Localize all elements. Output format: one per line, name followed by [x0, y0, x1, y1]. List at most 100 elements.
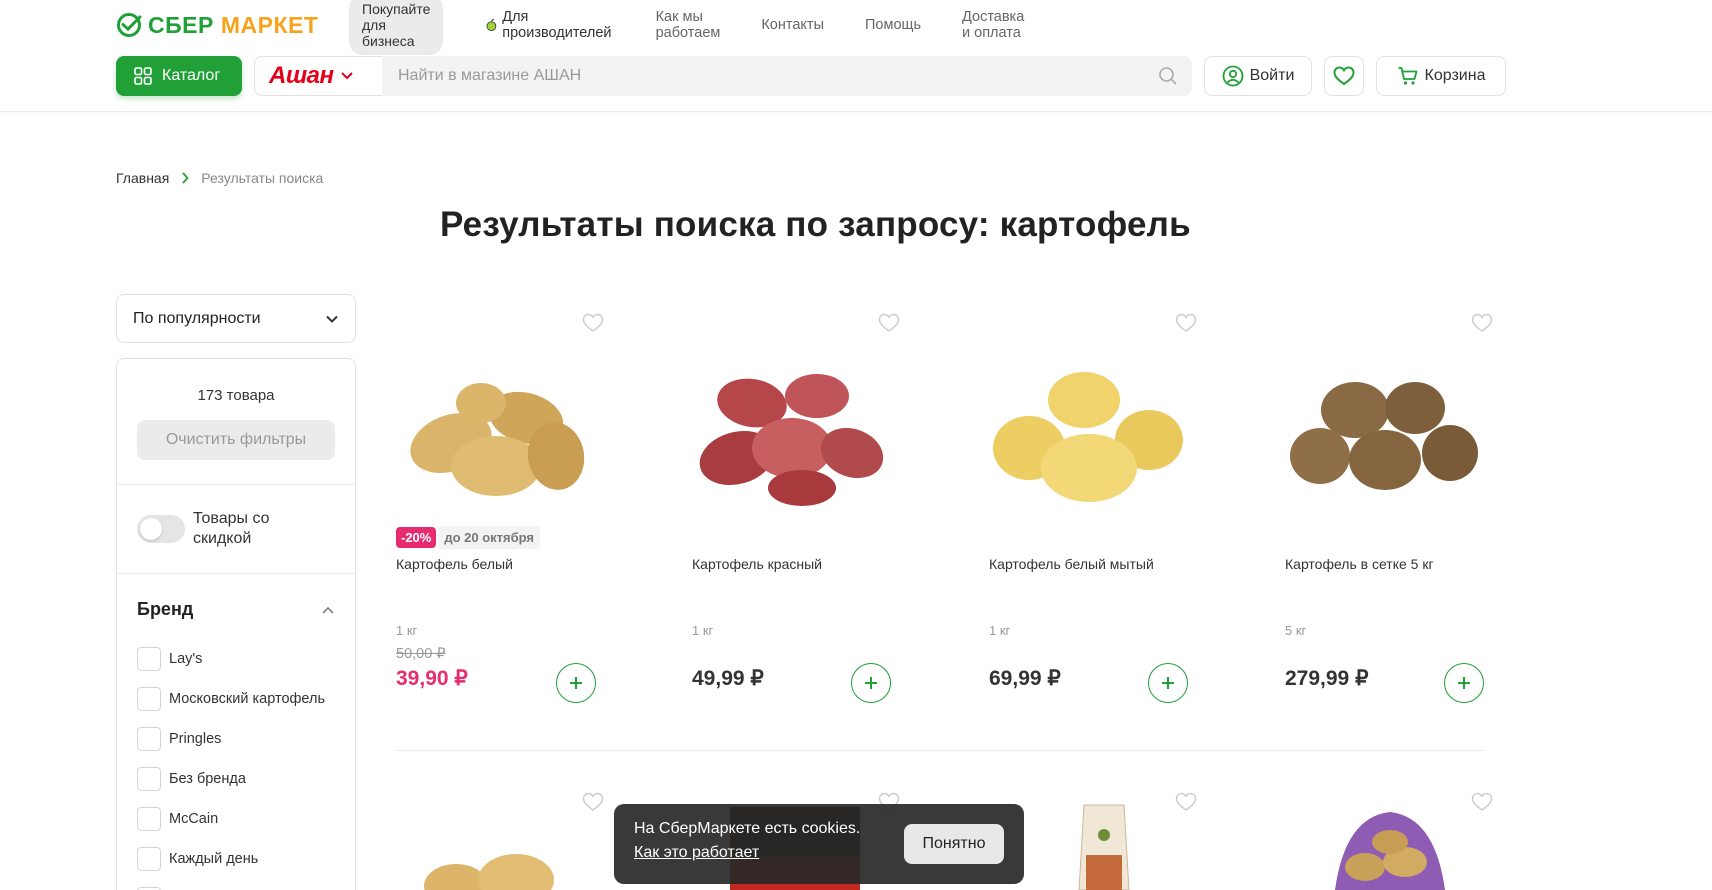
product-image [1290, 382, 1478, 490]
heart-icon[interactable] [878, 313, 900, 333]
checkbox[interactable] [137, 687, 161, 711]
checkbox[interactable] [137, 767, 161, 791]
add-to-cart-button[interactable] [556, 663, 596, 703]
delivery-link[interactable]: Доставка и оплата [962, 9, 1024, 41]
heart-icon[interactable] [582, 313, 604, 333]
plus-icon [865, 677, 877, 689]
discount-badge: -20% [396, 526, 437, 548]
product-card[interactable] [396, 792, 604, 890]
cookie-accept-button[interactable]: Понятно [904, 824, 1004, 864]
clear-filters-button[interactable]: Очистить фильтры [137, 420, 335, 460]
brand-option-label: McCain [169, 811, 219, 827]
cookie-banner: На СберМаркете есть cookies. Как это раб… [614, 804, 1024, 884]
heart-icon[interactable] [1175, 792, 1197, 812]
product-image [410, 383, 585, 496]
heart-icon[interactable] [1175, 313, 1197, 333]
brand-option[interactable]: Lay's [137, 647, 202, 671]
sbermarket-logo[interactable]: СБЕР МАРКЕТ [116, 12, 318, 39]
brand-option[interactable]: Московский картофель [137, 687, 325, 711]
plus-icon [1162, 677, 1174, 689]
brand-option-label: Без бренда [169, 771, 246, 787]
row-divider [396, 750, 1484, 751]
chevron-up-icon[interactable] [321, 605, 335, 615]
product-price: 49,99 ₽ [692, 667, 764, 690]
checkbox[interactable] [137, 807, 161, 831]
product-card[interactable]: Картофель в сетке 5 кг 5 кг 279,99 ₽ [1285, 313, 1493, 713]
breadcrumb-current: Результаты поиска [201, 170, 324, 186]
page-title: Результаты поиска по запросу: картофель [440, 205, 1191, 244]
brand-option-label: Pringles [169, 731, 222, 747]
add-to-cart-button[interactable] [851, 663, 891, 703]
brand-option-label: Lay's [169, 651, 203, 667]
chevron-down-icon [326, 315, 338, 323]
product-price: 279,99 ₽ [1285, 667, 1369, 690]
product-price: 39,90 ₽ [396, 667, 468, 690]
catalog-button[interactable]: Каталог [116, 56, 242, 96]
old-price: 50,00 ₽ [396, 646, 446, 662]
producers-link[interactable]: Для производителей [485, 9, 614, 41]
brand-option-label: Московский картофель [169, 691, 326, 707]
producers-link-label: Для производителей [502, 9, 612, 41]
brand-option[interactable]: McCain [137, 807, 218, 831]
checkbox[interactable] [137, 647, 161, 671]
product-unit: 1 кг [989, 623, 1011, 638]
toggle-knob [140, 518, 162, 540]
catalog-label: Каталог [162, 67, 221, 84]
favorites-button[interactable] [1324, 56, 1364, 96]
product-unit: 5 кг [1285, 623, 1307, 638]
brand-filter-header[interactable]: Бренд [137, 599, 193, 620]
product-image [1335, 812, 1445, 890]
heart-icon[interactable] [1471, 313, 1493, 333]
product-card[interactable]: Картофель красный 1 кг 49,99 ₽ [692, 313, 900, 713]
user-icon [1222, 65, 1244, 87]
add-to-cart-button[interactable] [1444, 663, 1484, 703]
product-card[interactable]: -20% до 20 октября Картофель белый 1 кг … [396, 313, 604, 713]
chevron-right-icon [182, 172, 190, 184]
results-count: 173 товара [197, 387, 275, 404]
product-card[interactable]: Картофель белый мытый 1 кг 69,99 ₽ [989, 313, 1197, 713]
top-row: СБЕР МАРКЕТ Покупайте для бизнеса Для пр… [116, 0, 1024, 55]
brand-option[interactable]: Без бренда [137, 767, 246, 791]
heart-icon[interactable] [582, 792, 604, 812]
promo-until: до 20 октября [438, 525, 541, 549]
product-image [993, 372, 1183, 502]
brand-option-label: Каждый день [169, 851, 259, 867]
top-links: Покупайте для бизнеса Для производителей… [349, 0, 1024, 55]
sort-select[interactable]: По популярности [116, 294, 356, 343]
product-unit: 1 кг [396, 623, 418, 638]
cart-icon [1398, 67, 1417, 85]
business-link[interactable]: Покупайте для бизнеса [349, 0, 444, 55]
breadcrumb-home[interactable]: Главная [116, 170, 169, 186]
product-name[interactable]: Картофель в сетке 5 кг [1285, 556, 1495, 572]
how-we-work-link[interactable]: Как мы работаем [656, 9, 721, 41]
breadcrumb: Главная Результаты поиска [116, 170, 323, 186]
product-image [1078, 804, 1130, 890]
checkbox[interactable] [137, 727, 161, 751]
brand-option[interactable]: Каждый день [137, 847, 258, 871]
contacts-link[interactable]: Контакты [761, 17, 824, 33]
cookie-info-link[interactable]: Как это работает [634, 844, 759, 862]
brand-option[interactable]: Pringles [137, 727, 221, 751]
search-icon[interactable] [1158, 66, 1178, 86]
checkbox[interactable] [137, 847, 161, 871]
logo-market-text: МАРКЕТ [220, 11, 319, 38]
filters-panel: 173 товара Очистить фильтры Товары со ск… [116, 358, 356, 890]
logo-sber-text: СБЕР [148, 11, 214, 38]
search-box [382, 56, 1192, 96]
login-button[interactable]: Войти [1204, 56, 1312, 96]
product-card[interactable] [1285, 792, 1493, 890]
plus-icon [570, 677, 582, 689]
add-to-cart-button[interactable] [1148, 663, 1188, 703]
cart-button[interactable]: Корзина [1376, 56, 1506, 96]
store-selector[interactable]: Ашан [254, 56, 382, 96]
product-image [699, 374, 884, 506]
discount-toggle[interactable] [137, 515, 185, 543]
search-input[interactable] [398, 67, 1138, 85]
product-unit: 1 кг [692, 623, 714, 638]
divider [117, 484, 355, 485]
product-image [424, 854, 554, 890]
help-link[interactable]: Помощь [865, 17, 921, 33]
product-name[interactable]: Картофель белый мытый [989, 556, 1199, 572]
product-name[interactable]: Картофель белый [396, 556, 606, 572]
product-name[interactable]: Картофель красный [692, 556, 902, 572]
